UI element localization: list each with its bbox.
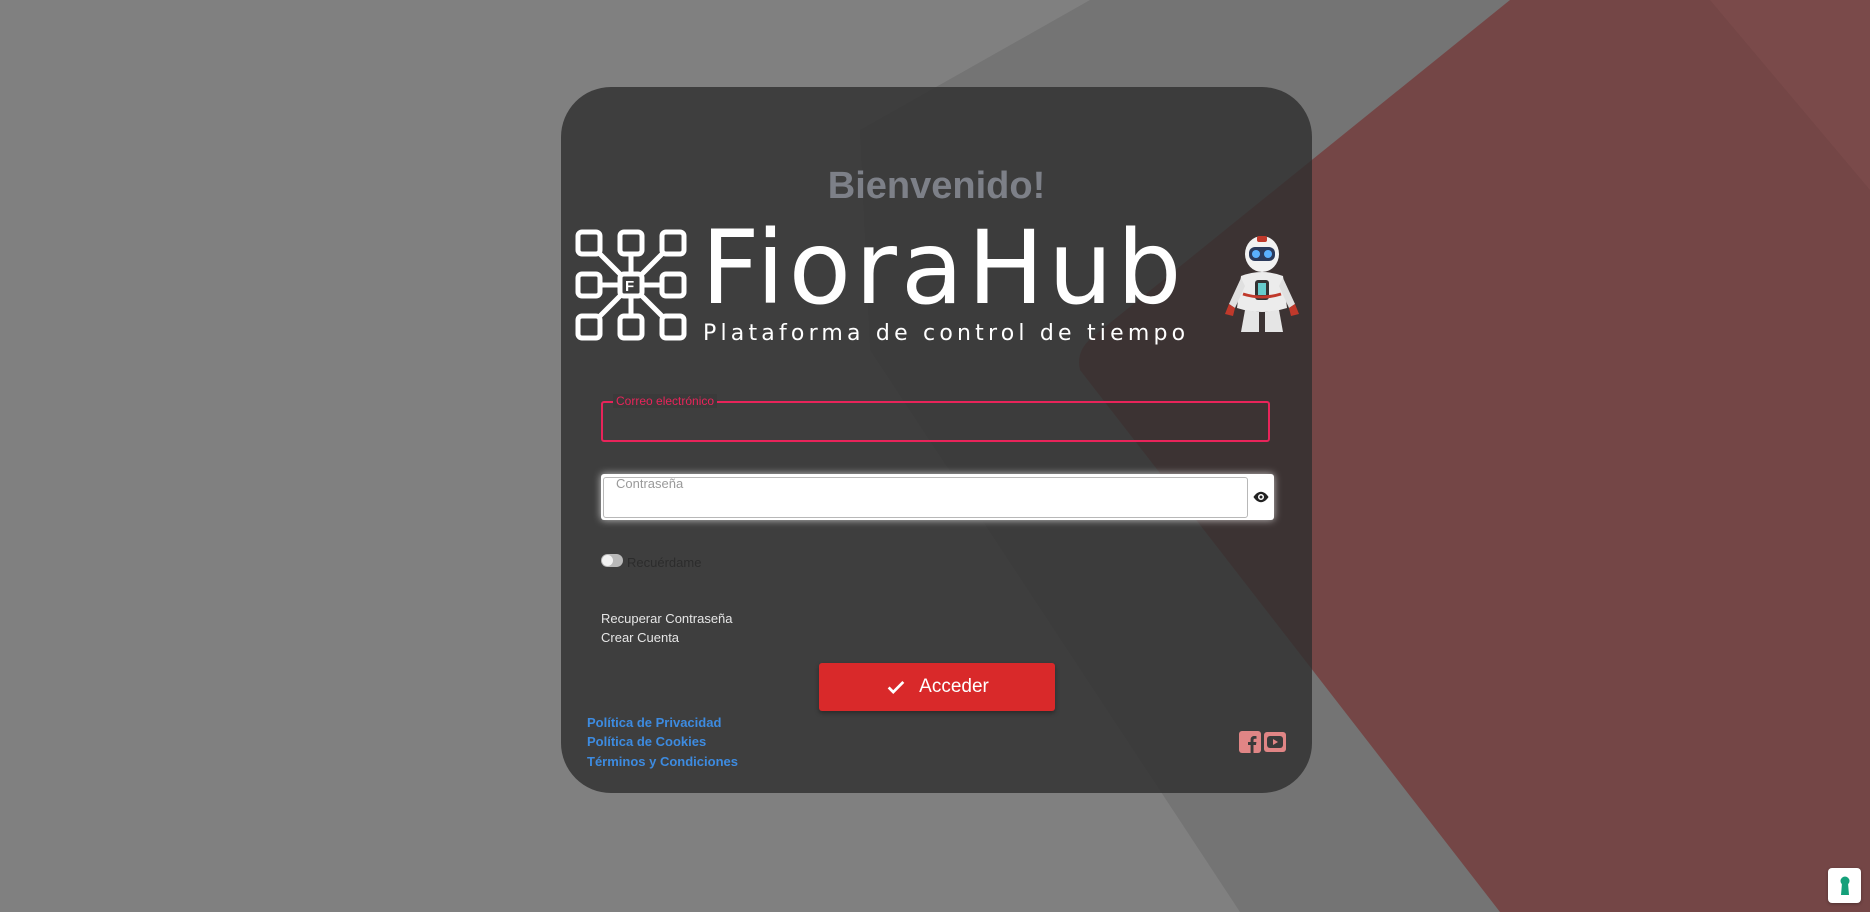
terms-link[interactable]: Términos y Condiciones [587,754,738,769]
robot-icon [1219,234,1305,339]
fiorahub-logo: F FioraHub Plataforma de control de tiem… [573,212,1213,357]
check-icon [887,680,905,694]
welcome-title: Bienvenido! [827,165,1046,207]
brand-name: FioraHub [701,209,1186,328]
social-links [1239,731,1286,753]
email-input[interactable] [603,403,1268,440]
create-account-link[interactable]: Crear Cuenta [601,630,679,645]
brand-tagline: Plataforma de control de tiempo [703,321,1190,346]
keyhole-icon [1840,876,1849,895]
remember-me: Recuérdame [601,551,701,570]
cookie-policy-link[interactable]: Política de Cookies [587,734,706,749]
email-field[interactable]: Correo electrónico [601,394,1270,442]
remember-label: Recuérdame [627,555,702,570]
cookie-settings-button[interactable] [1828,868,1861,903]
svg-text:F: F [625,278,634,295]
remember-toggle[interactable] [601,554,623,567]
login-button[interactable]: Acceder [819,663,1055,711]
privacy-policy-link[interactable]: Política de Privacidad [587,715,721,730]
eye-icon[interactable] [1252,488,1270,506]
recover-password-link[interactable]: Recuperar Contraseña [601,611,733,626]
password-input[interactable] [604,478,1247,517]
facebook-icon[interactable] [1239,731,1261,753]
password-field[interactable]: Contraseña [603,476,1248,518]
login-card: Bienvenido! F FioraHub Plataforma de con… [561,87,1312,793]
login-button-label: Acceder [919,676,989,697]
youtube-icon[interactable] [1264,731,1286,753]
password-field-wrapper: Contraseña [601,474,1274,520]
